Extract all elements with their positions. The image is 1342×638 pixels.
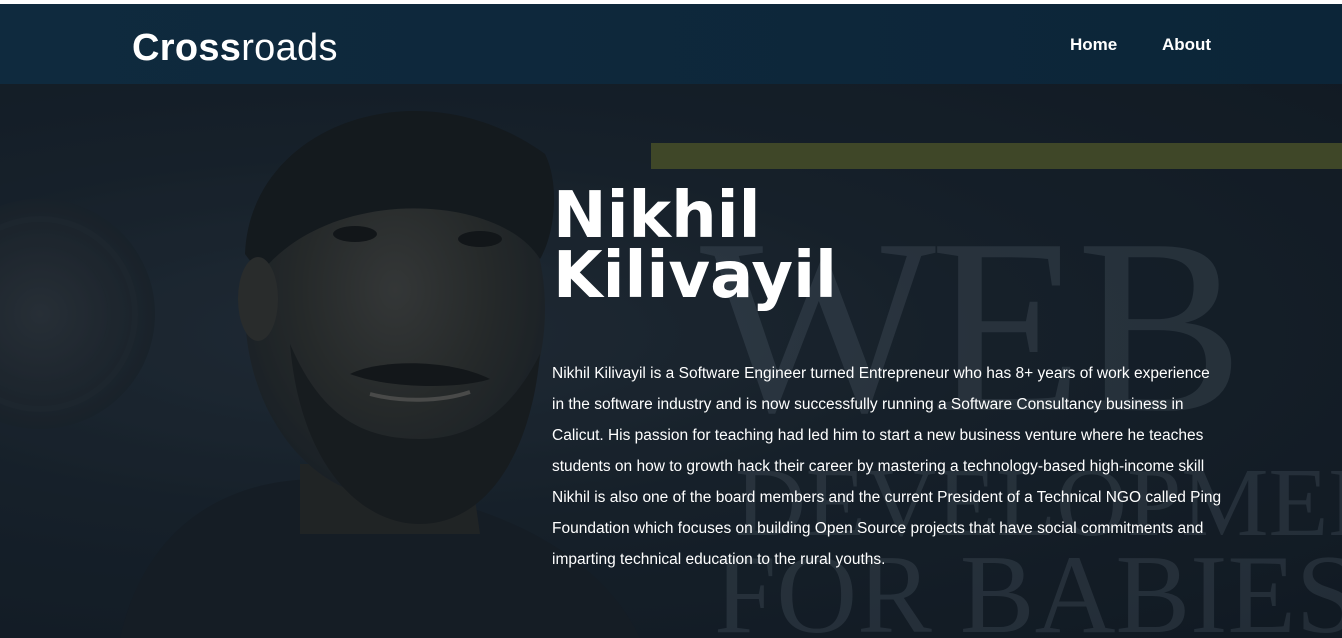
hero-name-last: Kilivayil bbox=[553, 239, 837, 313]
bio-paragraph: Nikhil Kilivayil is a Software Engineer … bbox=[552, 365, 1222, 568]
navbar: Crossroads Home About bbox=[0, 4, 1342, 84]
brand-light-text: roads bbox=[241, 27, 338, 69]
nav-link-about[interactable]: About bbox=[1162, 35, 1211, 55]
accent-bar bbox=[651, 143, 1342, 169]
hero-name: Nikhil Kilivayil bbox=[553, 179, 973, 313]
brand-bold-text: Cross bbox=[132, 27, 242, 69]
nav-link-home[interactable]: Home bbox=[1070, 35, 1117, 55]
brand-logo[interactable]: Crossroads bbox=[132, 26, 338, 70]
hero-name-first: Nikhil bbox=[553, 179, 761, 253]
page: Crossroads Home About WEB DEVELOPME FOR … bbox=[0, 0, 1342, 638]
hero-section: WEB DEVELOPMENT FOR BABIES Nikhil Kiliva… bbox=[0, 84, 1342, 638]
